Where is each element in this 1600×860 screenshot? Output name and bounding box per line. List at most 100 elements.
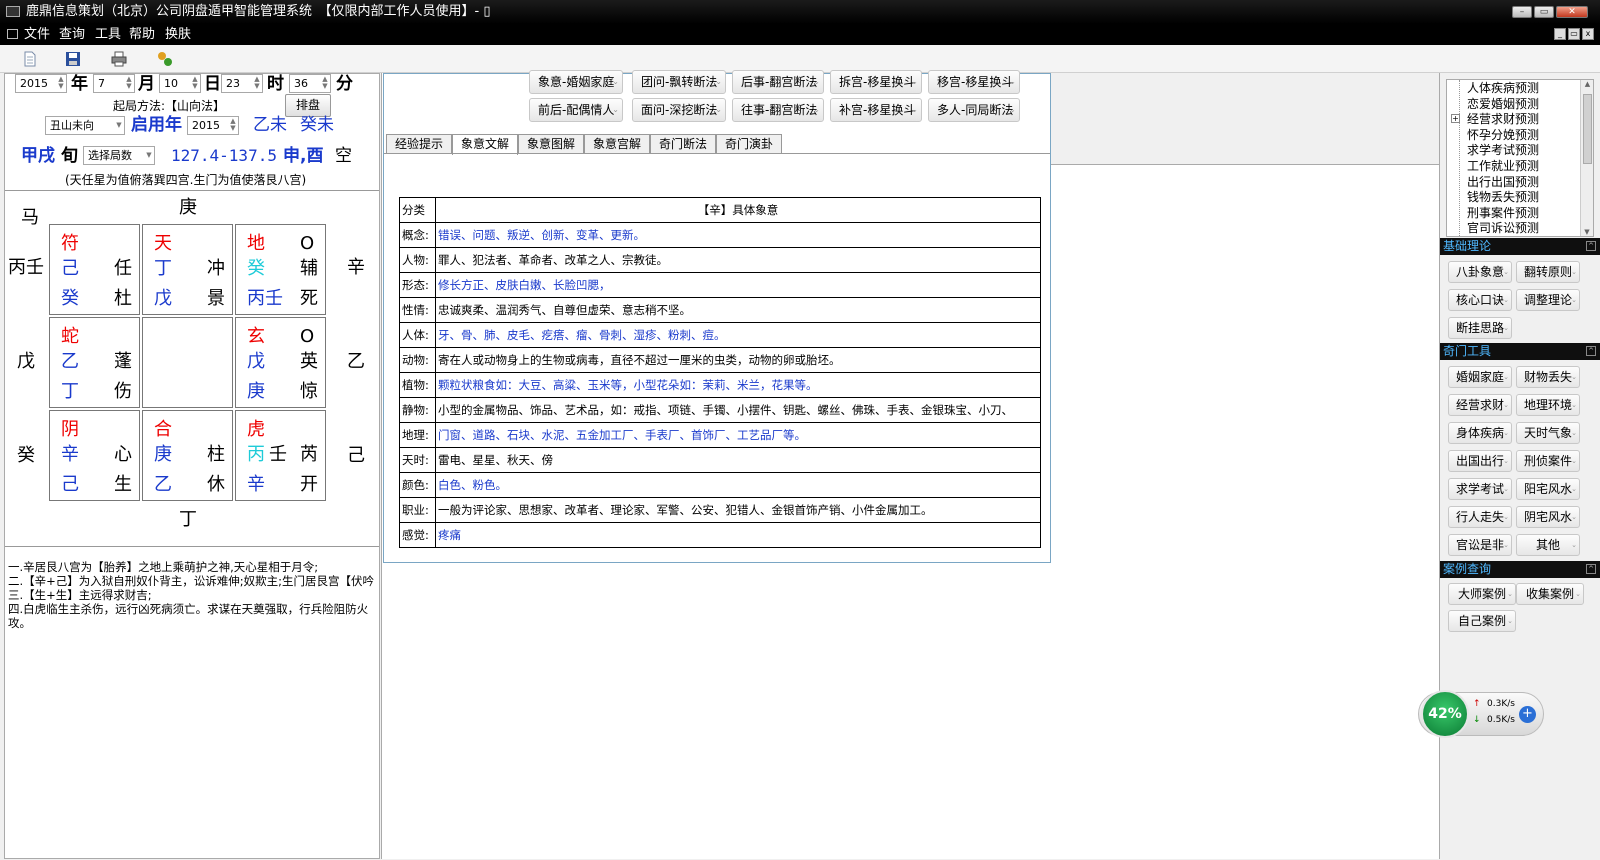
tree-item[interactable]: 求学考试预测	[1467, 143, 1539, 158]
tree-item[interactable]: 出行出国预测	[1467, 175, 1539, 190]
mdi-restore-button[interactable]: ▭	[1568, 28, 1580, 40]
panel-button[interactable]: 身体疾病 ⌄	[1448, 422, 1512, 444]
panel-button[interactable]: 出国出行 ⌄	[1448, 450, 1512, 472]
spinner-arrows-icon[interactable]: ▲ ▼	[191, 76, 199, 91]
tree-item[interactable]: 经营求财预测	[1467, 112, 1539, 127]
memory-gauge[interactable]: 42%	[1421, 690, 1469, 738]
panel-button[interactable]: 阳宅风水 ⌄	[1516, 478, 1580, 500]
dropdown-arrow-icon[interactable]: ▼	[115, 118, 123, 133]
mode-button[interactable]: 补宫-移星换斗 ⌄	[830, 98, 922, 122]
plugin-icon[interactable]	[156, 50, 174, 68]
collapse-icon[interactable]: ^	[1586, 241, 1596, 251]
spinner-arrows-icon[interactable]: ▲ ▼	[253, 76, 261, 91]
palace-cell[interactable]: 蛇乙 蓬丁 伤	[49, 317, 140, 408]
menu-file[interactable]: 文件	[24, 24, 50, 45]
panel-button[interactable]: 翻转原则 ⌄	[1516, 261, 1580, 283]
section-theory[interactable]: 基础理论 ^	[1440, 238, 1600, 255]
tree-item[interactable]: 钱物丢失预测	[1467, 190, 1539, 205]
app-icon[interactable]	[6, 6, 20, 17]
mode-button[interactable]: 多人-同局断法 ⌄	[928, 98, 1020, 122]
new-document-icon[interactable]	[21, 50, 39, 68]
tab-0[interactable]: 经验提示	[386, 134, 452, 154]
palace-cell[interactable]: 阴辛 心己 生	[49, 410, 140, 501]
maximize-button[interactable]: ▭	[1534, 6, 1554, 18]
hour-spinner[interactable]: 23 ▲ ▼	[221, 74, 263, 93]
boost-plus-icon[interactable]: +	[1519, 706, 1536, 723]
panel-button[interactable]: 刑侦案件 ⌄	[1516, 450, 1580, 472]
palace-cell[interactable]: 符己 任癸 杜	[49, 224, 140, 315]
palace-cell[interactable]: 虎丙壬芮辛 开	[235, 410, 326, 501]
month-spinner[interactable]: 7 ▲ ▼	[93, 74, 135, 93]
minute-spinner[interactable]: 36 ▲ ▼	[289, 74, 331, 93]
panel-button[interactable]: 求学考试 ⌄	[1448, 478, 1512, 500]
palace-cell[interactable]: 合庚 柱乙 休	[142, 410, 233, 501]
print-icon[interactable]	[110, 50, 128, 68]
panel-button[interactable]: 自己案例 ⌄	[1448, 610, 1516, 632]
tree-item[interactable]: 怀孕分娩预测	[1467, 128, 1539, 143]
tab-2[interactable]: 象意图解	[518, 134, 584, 154]
menu-skin[interactable]: 换肤	[165, 24, 191, 45]
mode-button[interactable]: 团问-飘转断法 ⌄	[632, 70, 726, 94]
panel-button[interactable]: 八卦象意 ⌄	[1448, 261, 1512, 283]
scroll-up-icon[interactable]: ▲	[1581, 80, 1593, 88]
yong-year-spinner[interactable]: 2015 ▲ ▼	[187, 116, 239, 135]
scroll-down-icon[interactable]: ▼	[1581, 228, 1593, 236]
panel-button[interactable]: 断挂思路 ⌄	[1448, 317, 1512, 339]
scroll-thumb[interactable]	[1583, 94, 1592, 164]
panel-button[interactable]: 婚姻家庭 ⌄	[1448, 366, 1512, 388]
save-icon[interactable]	[64, 50, 82, 68]
tree-item[interactable]: 官司诉讼预测	[1467, 221, 1539, 236]
panel-button[interactable]: 官讼是非 ⌄	[1448, 534, 1512, 556]
panel-button[interactable]: 核心口诀 ⌄	[1448, 289, 1512, 311]
mode-button[interactable]: 移宫-移星换斗 ⌄	[928, 70, 1020, 94]
panel-button[interactable]: 地理环境 ⌄	[1516, 394, 1580, 416]
menu-query[interactable]: 查询	[59, 24, 85, 45]
mode-button[interactable]: 面问-深挖断法 ⌄	[632, 98, 726, 122]
panel-button[interactable]: 调整理论 ⌄	[1516, 289, 1580, 311]
tab-4[interactable]: 奇门断法	[650, 134, 716, 154]
collapse-icon[interactable]: ^	[1586, 346, 1596, 356]
collapse-icon[interactable]: ^	[1586, 564, 1596, 574]
section-tools[interactable]: 奇门工具 ^	[1440, 343, 1600, 360]
spinner-arrows-icon[interactable]: ▲ ▼	[125, 76, 133, 91]
panel-button[interactable]: 经营求财 ⌄	[1448, 394, 1512, 416]
spinner-arrows-icon[interactable]: ▲ ▼	[229, 118, 237, 133]
tab-3[interactable]: 象意宫解	[584, 134, 650, 154]
tree-scrollbar[interactable]: ▲ ▼	[1580, 80, 1593, 236]
expand-icon[interactable]: +	[1451, 114, 1460, 123]
tree-item[interactable]: 恋爱婚姻预测	[1467, 97, 1539, 112]
palace-cell[interactable]: 玄 O 戊 英庚 惊	[235, 317, 326, 408]
section-cases[interactable]: 案例查询 ^	[1440, 561, 1600, 578]
mountain-select[interactable]: 丑山未向 ▼	[45, 116, 125, 135]
select-ju-dropdown[interactable]: 选择局数 ▼	[83, 146, 155, 165]
spinner-arrows-icon[interactable]: ▲ ▼	[321, 76, 329, 91]
panel-button[interactable]: 财物丢失 ⌄	[1516, 366, 1580, 388]
mode-button[interactable]: 往事-翻宫断法 ⌄	[732, 98, 824, 122]
panel-button[interactable]: 大师案例 ⌄	[1448, 583, 1516, 605]
tree-item[interactable]: 刑事案件预测	[1467, 206, 1539, 221]
panel-button[interactable]: 天时气象 ⌄	[1516, 422, 1580, 444]
tree-item[interactable]: 工作就业预测	[1467, 159, 1539, 174]
day-spinner[interactable]: 10 ▲ ▼	[159, 74, 201, 93]
palace-cell[interactable]	[142, 317, 233, 408]
close-button[interactable]: ✕	[1556, 6, 1588, 18]
panel-button[interactable]: 收集案例 ⌄	[1516, 583, 1584, 605]
mdi-minimize-button[interactable]: _	[1554, 28, 1566, 40]
panel-button[interactable]: 阴宅风水 ⌄	[1516, 506, 1580, 528]
menu-tools[interactable]: 工具	[95, 24, 121, 45]
menu-help[interactable]: 帮助	[129, 24, 155, 45]
tab-1[interactable]: 象意文解	[452, 134, 518, 155]
dropdown-arrow-icon[interactable]: ▼	[145, 148, 153, 163]
tree-item[interactable]: 人体疾病预测	[1467, 81, 1539, 96]
arrange-button[interactable]: 排盘	[285, 94, 331, 117]
panel-button[interactable]: 行人走失 ⌄	[1448, 506, 1512, 528]
mode-button[interactable]: 后事-翻宫断法 ⌄	[732, 70, 824, 94]
palace-cell[interactable]: 地 O 癸 辅丙壬死	[235, 224, 326, 315]
spinner-arrows-icon[interactable]: ▲ ▼	[57, 76, 65, 91]
palace-cell[interactable]: 天丁 冲戊 景	[142, 224, 233, 315]
mode-button[interactable]: 前后-配偶情人 ⌄	[529, 98, 623, 122]
mdi-close-button[interactable]: x	[1582, 28, 1594, 40]
mode-button[interactable]: 拆宫-移星换斗 ⌄	[830, 70, 922, 94]
tab-5[interactable]: 奇门演卦	[716, 134, 782, 154]
mode-button[interactable]: 象意-婚姻家庭 ⌄	[529, 70, 623, 94]
